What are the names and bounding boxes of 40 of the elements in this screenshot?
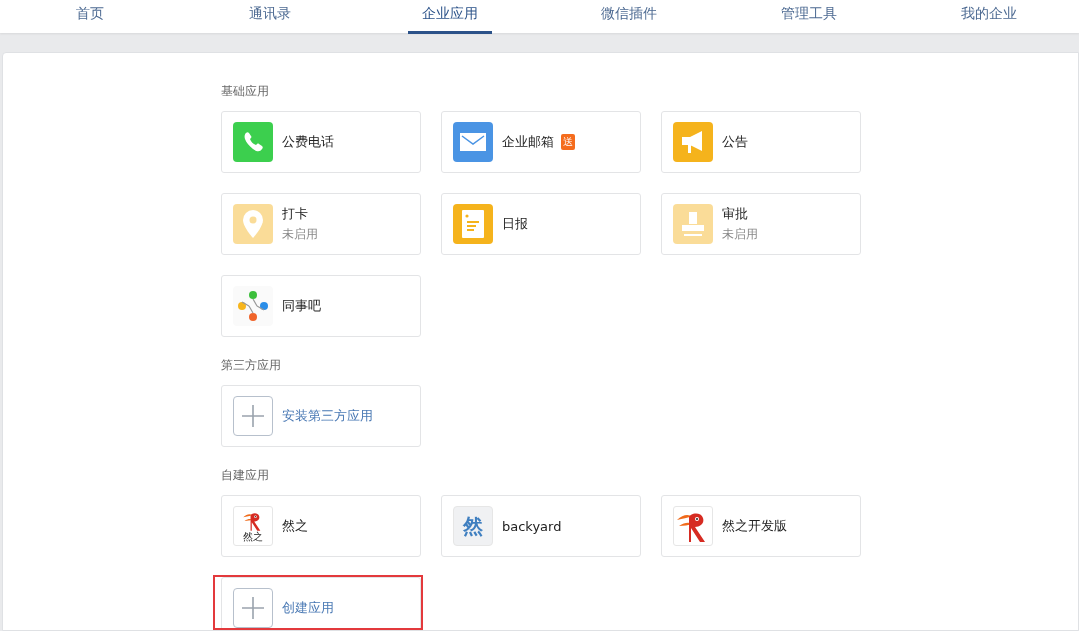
add-app-label: 创建应用 <box>282 599 334 617</box>
app-name: backyard <box>502 518 562 534</box>
app-card[interactable]: 然之 然之 <box>221 495 421 557</box>
nav-tab[interactable]: 管理工具 <box>767 0 852 34</box>
app-card[interactable]: 日报 <box>441 193 641 255</box>
app-name: 然之 <box>282 517 308 535</box>
nav-tab[interactable]: 微信插件 <box>587 0 672 34</box>
app-name: 审批 <box>722 205 748 223</box>
nav-tab[interactable]: 首页 <box>61 0 118 34</box>
app-status: 未启用 <box>282 226 318 243</box>
app-card[interactable]: 公费电话 <box>221 111 421 173</box>
plus-icon <box>233 588 273 628</box>
nav-tab[interactable]: 我的企业 <box>947 0 1032 34</box>
app-card[interactable]: 企业邮箱 送 <box>441 111 641 173</box>
app-logo: 然之 <box>233 506 273 546</box>
section-title: 自建应用 <box>221 467 270 483</box>
app-name: 同事吧 <box>282 297 321 315</box>
app-card[interactable]: 审批 未启用 <box>661 193 861 255</box>
app-name: 然之开发版 <box>722 517 787 535</box>
plus-icon <box>233 396 273 436</box>
app-name: 企业邮箱 <box>502 133 554 151</box>
app-name: 打卡 <box>282 205 308 223</box>
section-title: 基础应用 <box>221 83 270 99</box>
add-app-card[interactable]: 安装第三方应用 <box>221 385 421 447</box>
add-app-card[interactable]: 创建应用 <box>221 577 421 630</box>
section-title: 第三方应用 <box>221 357 282 373</box>
app-card[interactable]: 公告 <box>661 111 861 173</box>
app-card[interactable]: 打卡 未启用 <box>221 193 421 255</box>
gift-badge: 送 <box>561 134 575 150</box>
app-card[interactable]: 同事吧 <box>221 275 421 337</box>
app-status: 未启用 <box>722 226 758 243</box>
nav-tab[interactable]: 通讯录 <box>234 0 305 34</box>
app-name: 日报 <box>502 215 528 233</box>
add-app-label: 安装第三方应用 <box>282 407 373 425</box>
nav-tab[interactable]: 企业应用 <box>407 0 492 34</box>
app-name: 公费电话 <box>282 133 334 151</box>
app-name: 公告 <box>722 133 748 151</box>
app-card[interactable]: 然之开发版 <box>661 495 861 557</box>
app-card[interactable]: 然 backyard <box>441 495 641 557</box>
app-logo: 然 <box>453 506 493 546</box>
